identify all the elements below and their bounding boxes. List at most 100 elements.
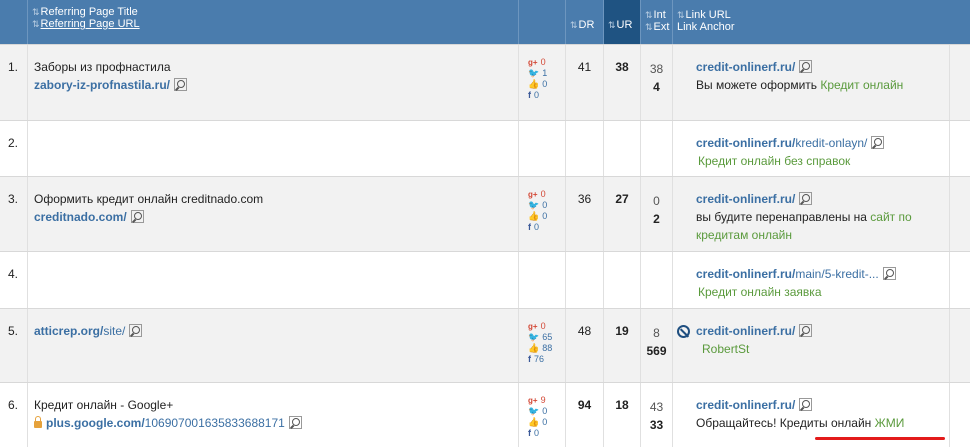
sort-icon[interactable]: ⇅ — [570, 20, 577, 31]
table-header: ⇅ Referring Page Title ⇅ Referring Page UR… — [0, 0, 970, 44]
anchor-link-text: RobertSt — [702, 342, 750, 356]
link-url[interactable]: credit-onlinerf.ru/ — [696, 267, 795, 281]
header-ur[interactable]: ⇅ UR — [604, 0, 641, 44]
inspect-icon[interactable] — [174, 78, 188, 91]
link-cell: credit-onlinerf.ru/ вы будите перенаправ… — [673, 177, 950, 251]
link-url[interactable]: credit-onlinerf.ru/ — [696, 398, 795, 412]
gplus-count: 0 — [540, 57, 546, 67]
row-title-cell — [28, 252, 519, 308]
int-ext-cell: 8 569 — [641, 309, 673, 382]
twitter-icon: 🐦 — [528, 68, 540, 78]
row-number: 6. — [0, 383, 28, 447]
facebook-count: 0 — [534, 428, 540, 438]
int-ext-cell: 43 33 — [641, 383, 673, 447]
dr-value: 41 — [566, 45, 604, 120]
sort-icon[interactable]: ⇅ — [32, 7, 39, 17]
link-url[interactable]: credit-onlinerf.ru/ — [696, 136, 795, 150]
inspect-icon[interactable] — [288, 416, 302, 429]
page-url-path[interactable]: site/ — [103, 324, 125, 338]
page-url-link[interactable]: zabory-iz-profnastila.ru/ — [34, 78, 170, 92]
int-value: 8 — [653, 326, 660, 340]
like-icon: 👍 — [528, 211, 540, 221]
row-title-cell — [28, 121, 519, 176]
page-url-link[interactable]: creditnado.com/ — [34, 210, 127, 224]
header-int-ext[interactable]: ⇅ Int ⇅ Ext — [641, 0, 673, 44]
header-int-label[interactable]: Int — [654, 9, 666, 21]
dr-value: 48 — [566, 309, 604, 382]
like-count: 0 — [542, 417, 548, 427]
inspect-icon[interactable] — [871, 136, 885, 149]
sort-active-icon[interactable]: ⇅ — [608, 20, 615, 31]
page-url-path[interactable]: 106907001635833688171 — [145, 416, 285, 430]
link-url-path[interactable]: kredit-onlayn/ — [795, 136, 867, 150]
facebook-icon: f — [528, 428, 531, 438]
like-icon: 👍 — [528, 79, 540, 89]
page-url-link[interactable]: atticrep.org/ — [34, 324, 103, 338]
sort-icon[interactable]: ⇅ — [645, 10, 652, 20]
link-url[interactable]: credit-onlinerf.ru/ — [696, 60, 795, 74]
like-count: 88 — [542, 343, 553, 353]
page-url-link[interactable]: plus.google.com/ — [46, 416, 145, 430]
ur-value: 38 — [604, 45, 641, 120]
table-row: 2. credit-onlinerf.ru/kredit-onlayn/ Кре… — [0, 120, 970, 176]
anchor-link-text: ЖМИ — [874, 416, 905, 430]
inspect-icon[interactable] — [799, 60, 813, 73]
anchor-link-text: Кредит онлайн без справок — [698, 154, 851, 168]
header-ur-label[interactable]: UR — [617, 19, 633, 31]
anchor-link-text: Кредит онлайн заявка — [698, 285, 822, 299]
inspect-icon[interactable] — [129, 324, 143, 337]
table-row: 3. Оформить кредит онлайн creditnado.com… — [0, 176, 970, 251]
row-number: 2. — [0, 121, 28, 176]
inspect-icon[interactable] — [799, 324, 813, 337]
header-title-col[interactable]: ⇅ Referring Page Title ⇅ Referring Page UR… — [28, 0, 519, 44]
twitter-icon: 🐦 — [528, 332, 540, 342]
row-number: 4. — [0, 252, 28, 308]
sort-icon[interactable]: ⇅ — [645, 22, 652, 32]
anchor-text: Вы можете оформить — [696, 78, 821, 92]
inspect-icon[interactable] — [130, 210, 144, 223]
int-value: 43 — [649, 400, 664, 414]
ext-value: 33 — [649, 418, 664, 432]
sort-icon[interactable]: ⇅ — [677, 10, 684, 20]
int-value: 0 — [653, 194, 660, 208]
header-dr-label[interactable]: DR — [579, 19, 595, 31]
row-number: 1. — [0, 45, 28, 120]
int-value: 38 — [649, 62, 664, 76]
dr-value — [566, 252, 604, 308]
page-title: Заборы из профнастила — [34, 60, 171, 74]
row-number: 3. — [0, 177, 28, 251]
link-url[interactable]: credit-onlinerf.ru/ — [696, 324, 795, 338]
twitter-count: 65 — [542, 332, 553, 342]
inspect-icon[interactable] — [882, 267, 896, 280]
header-url-label[interactable]: Referring Page URL — [41, 18, 140, 30]
header-link-anchor-label: Link Anchor — [677, 21, 735, 33]
gplus-count: 9 — [540, 395, 546, 405]
link-url-path[interactable]: main/5-kredit-... — [795, 267, 878, 281]
twitter-count: 0 — [542, 406, 548, 416]
ur-value — [604, 252, 641, 308]
anchor-link-text: Кредит онлайн — [820, 78, 904, 92]
inspect-icon[interactable] — [799, 192, 813, 205]
ext-value: 4 — [653, 80, 660, 94]
social-counts: g+ 0 🐦 1 👍 0 f0 — [519, 45, 566, 120]
header-title-label[interactable]: Referring Page Title — [41, 6, 138, 18]
row-title-cell: atticrep.org/site/ — [28, 309, 519, 382]
header-social — [519, 0, 566, 44]
like-count: 0 — [542, 79, 548, 89]
header-link[interactable]: ⇅ Link URL Link Anchor — [673, 0, 950, 44]
facebook-count: 0 — [534, 90, 540, 100]
link-cell: credit-onlinerf.ru/ Вы можете оформить К… — [673, 45, 950, 120]
twitter-count: 1 — [542, 68, 548, 78]
header-dr[interactable]: ⇅ DR — [566, 0, 604, 44]
inspect-icon[interactable] — [799, 398, 813, 411]
row-title-cell: Заборы из профнастила zabory-iz-profnast… — [28, 45, 519, 120]
backlinks-table: ⇅ Referring Page Title ⇅ Referring Page UR… — [0, 0, 970, 447]
red-underline-annotation — [815, 437, 945, 440]
facebook-icon: f — [528, 354, 531, 364]
like-icon: 👍 — [528, 417, 540, 427]
sort-icon[interactable]: ⇅ — [32, 19, 39, 29]
header-link-url-label[interactable]: Link URL — [686, 9, 731, 21]
table-row: 1. Заборы из профнастила zabory-iz-profn… — [0, 44, 970, 120]
link-url[interactable]: credit-onlinerf.ru/ — [696, 192, 795, 206]
header-ext-label[interactable]: Ext — [654, 21, 670, 33]
